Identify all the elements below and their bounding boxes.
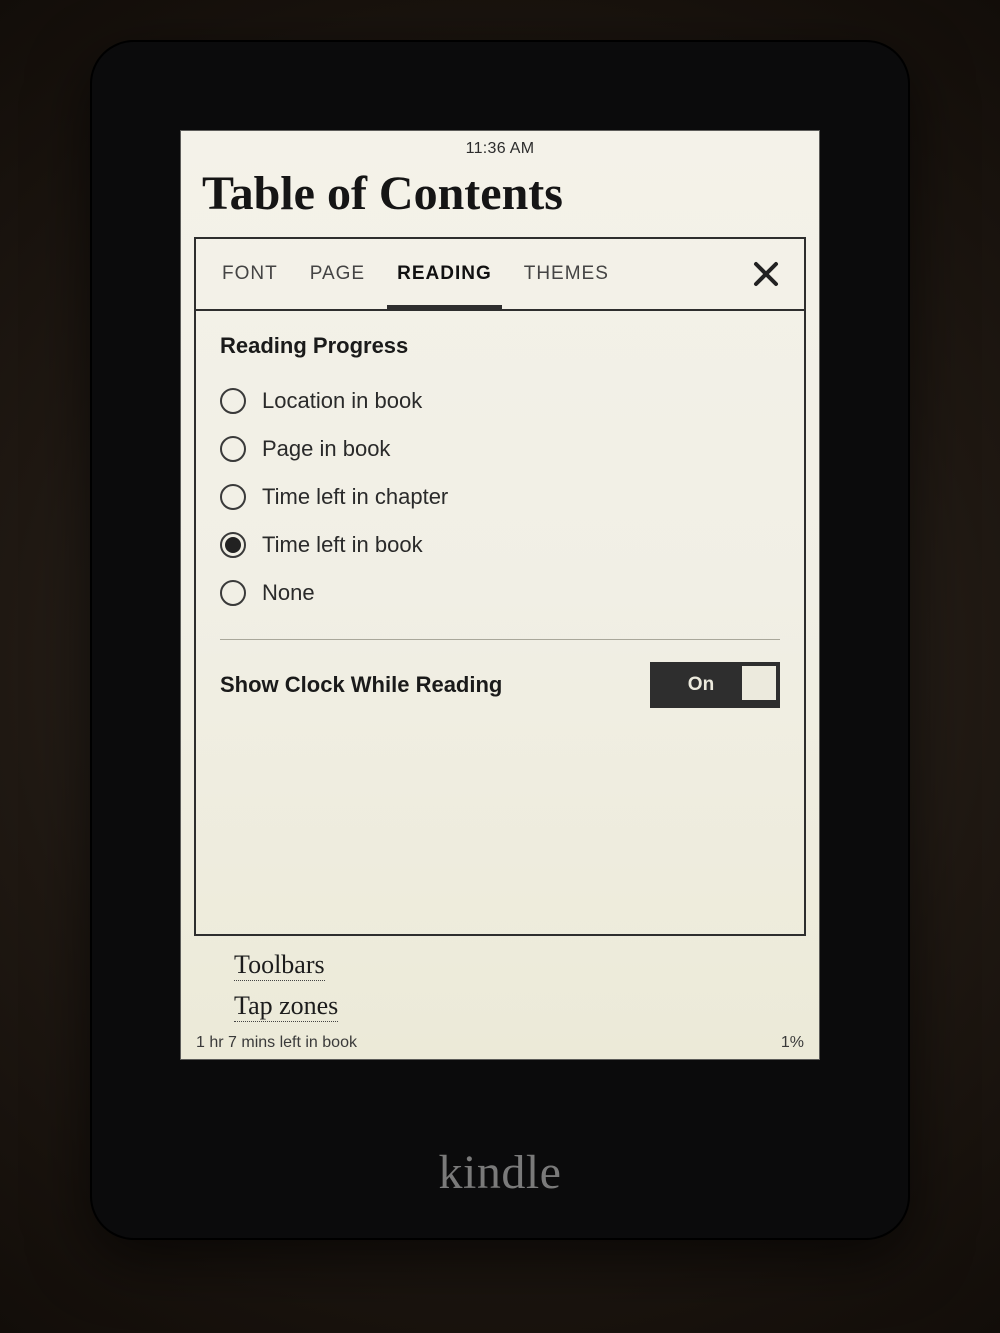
- radio-icon: [220, 484, 246, 510]
- radio-label: Time left in book: [262, 532, 423, 558]
- radio-label: Location in book: [262, 388, 422, 414]
- radio-icon: [220, 388, 246, 414]
- status-bar: 11:36 AM: [180, 130, 820, 162]
- radio-label: Page in book: [262, 436, 390, 462]
- link-tap-zones[interactable]: Tap zones: [234, 991, 338, 1022]
- radio-icon: [220, 436, 246, 462]
- show-clock-row: Show Clock While Reading On: [220, 648, 780, 714]
- radio-none[interactable]: None: [220, 569, 780, 617]
- radio-page-in-book[interactable]: Page in book: [220, 425, 780, 473]
- tab-font[interactable]: FONT: [206, 239, 294, 309]
- radio-time-left-book[interactable]: Time left in book: [220, 521, 780, 569]
- link-toolbars[interactable]: Toolbars: [234, 950, 325, 981]
- clock-text: 11:36 AM: [466, 140, 535, 157]
- reading-progress-title: Reading Progress: [220, 333, 780, 359]
- close-icon: [751, 259, 781, 289]
- tab-reading[interactable]: READING: [381, 239, 508, 309]
- time-left-text: 1 hr 7 mins left in book: [196, 1034, 357, 1052]
- display-settings-panel: FONT PAGE READING THEMES Reading Progres…: [194, 237, 806, 936]
- radio-time-left-chapter[interactable]: Time left in chapter: [220, 473, 780, 521]
- percent-text: 1%: [781, 1034, 804, 1052]
- show-clock-toggle[interactable]: On: [650, 662, 780, 708]
- radio-icon: [220, 580, 246, 606]
- toggle-knob: [742, 666, 776, 700]
- device-brand: kindle: [90, 1145, 910, 1200]
- radio-label: None: [262, 580, 315, 606]
- kindle-device: 11:36 AM Table of Contents FONT PAGE REA…: [90, 40, 910, 1240]
- settings-tabs: FONT PAGE READING THEMES: [196, 239, 804, 311]
- divider: [220, 639, 780, 640]
- close-button[interactable]: [744, 252, 788, 296]
- tab-page[interactable]: PAGE: [294, 239, 381, 309]
- radio-label: Time left in chapter: [262, 484, 448, 510]
- reading-footer: 1 hr 7 mins left in book 1%: [180, 1028, 820, 1060]
- kindle-screen: 11:36 AM Table of Contents FONT PAGE REA…: [180, 130, 820, 1060]
- radio-location-in-book[interactable]: Location in book: [220, 377, 780, 425]
- toc-links: Toolbars Tap zones: [180, 936, 820, 1028]
- radio-icon: [220, 532, 246, 558]
- tab-themes[interactable]: THEMES: [508, 239, 625, 309]
- page-title: Table of Contents: [180, 162, 820, 237]
- show-clock-label: Show Clock While Reading: [220, 672, 502, 698]
- reading-tab-body: Reading Progress Location in book Page i…: [196, 311, 804, 934]
- photo-background: 11:36 AM Table of Contents FONT PAGE REA…: [0, 0, 1000, 1333]
